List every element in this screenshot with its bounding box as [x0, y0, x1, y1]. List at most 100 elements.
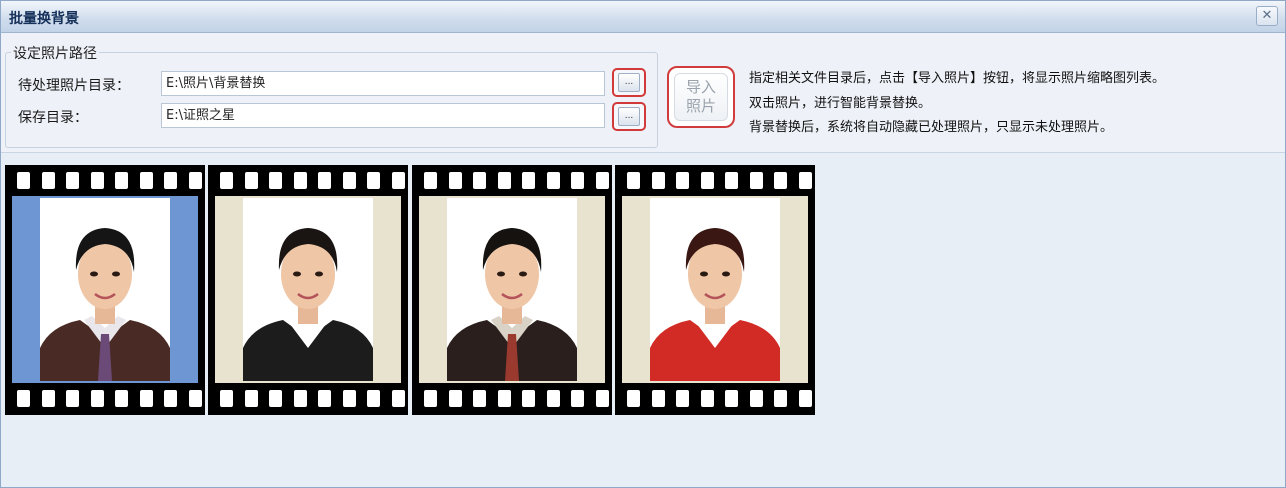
photo-thumbnail[interactable] [208, 165, 408, 415]
film-sprocket-hole [115, 172, 128, 189]
close-button[interactable]: ✕ [1256, 6, 1278, 26]
film-sprocket-hole [595, 390, 609, 407]
film-sprocket-hole [651, 390, 665, 407]
film-sprocket-hole [725, 390, 738, 407]
film-sprocket-hole [293, 390, 307, 407]
save-browse-button[interactable]: ... [612, 102, 646, 131]
save-folder-input[interactable]: E:\证照之星 [161, 103, 605, 128]
path-settings-title: 设定照片路径 [11, 43, 99, 63]
browse-icon: ... [618, 107, 640, 126]
portrait-image [447, 198, 577, 381]
film-sprocket-hole [627, 390, 640, 407]
film-sprocket-hole [749, 390, 763, 407]
film-sprocket-hole [651, 172, 665, 189]
film-sprocket-hole [497, 390, 511, 407]
film-sprocket-hole [17, 172, 30, 189]
portrait-image [243, 198, 373, 381]
film-sprocket-hole [115, 390, 128, 407]
photo-frame [215, 196, 401, 383]
film-sprocket-hole [749, 172, 763, 189]
film-sprocket-hole [318, 390, 331, 407]
film-sprocket-hole [798, 390, 812, 407]
close-icon: ✕ [1261, 8, 1273, 23]
film-sprocket-hole [17, 390, 30, 407]
source-browse-button[interactable]: ... [612, 68, 646, 97]
film-sprocket-hole [497, 172, 511, 189]
film-sprocket-hole [774, 172, 787, 189]
film-sprocket-hole [164, 172, 177, 189]
photo-thumbnail[interactable] [5, 165, 205, 415]
film-sprocket-hole [522, 172, 535, 189]
portrait-illustration [40, 228, 170, 381]
photo-thumbnail[interactable] [615, 165, 815, 415]
film-sprocket-hole [676, 172, 689, 189]
film-sprocket-hole [90, 172, 104, 189]
browse-icon: ... [618, 73, 640, 92]
film-sprocket-hole [448, 172, 462, 189]
film-sprocket-hole [546, 172, 560, 189]
portrait-illustration [447, 228, 577, 381]
film-sprocket-hole [473, 172, 486, 189]
import-photos-button[interactable]: 导入 照片 [667, 66, 735, 128]
batch-background-window: 批量换背景 ✕ 设定照片路径 待处理照片目录： E:\照片\背景替换 ... 保… [0, 0, 1286, 488]
film-sprocket-hole [269, 172, 282, 189]
film-sprocket-hole [774, 390, 787, 407]
film-sprocket-hole [90, 390, 104, 407]
photo-frame [419, 196, 605, 383]
film-sprocket-hole [627, 172, 640, 189]
portrait-illustration [243, 228, 373, 381]
film-sprocket-hole [473, 390, 486, 407]
photo-frame [12, 196, 198, 383]
source-folder-label: 待处理照片目录： [18, 78, 130, 94]
settings-panel: 设定照片路径 待处理照片目录： E:\照片\背景替换 ... 保存目录： E:\… [1, 33, 1285, 153]
film-sprocket-hole [798, 172, 812, 189]
source-folder-input[interactable]: E:\照片\背景替换 [161, 71, 605, 96]
import-label-line2: 照片 [685, 97, 716, 115]
film-sprocket-hole [342, 172, 356, 189]
film-sprocket-hole [676, 390, 689, 407]
film-sprocket-hole [367, 390, 380, 407]
portrait-illustration [650, 228, 780, 381]
film-sprocket-hole [244, 390, 258, 407]
film-sprocket-hole [448, 390, 462, 407]
film-sprocket-hole [269, 390, 282, 407]
film-sprocket-hole [139, 390, 153, 407]
film-sprocket-hole [367, 172, 380, 189]
film-sprocket-hole [700, 390, 714, 407]
film-sprocket-hole [318, 172, 331, 189]
film-sprocket-hole [139, 172, 153, 189]
photo-thumbnail[interactable] [412, 165, 612, 415]
window-title: 批量换背景 [9, 11, 79, 27]
film-sprocket-hole [244, 172, 258, 189]
title-bar: 批量换背景 ✕ [1, 1, 1285, 33]
film-sprocket-hole [700, 172, 714, 189]
film-sprocket-hole [391, 390, 405, 407]
film-sprocket-hole [571, 390, 584, 407]
path-settings-group [5, 52, 658, 148]
film-sprocket-hole [546, 390, 560, 407]
film-sprocket-hole [41, 172, 55, 189]
film-sprocket-hole [391, 172, 405, 189]
film-sprocket-hole [66, 390, 79, 407]
save-folder-label: 保存目录： [18, 110, 88, 126]
film-sprocket-hole [66, 172, 79, 189]
film-sprocket-hole [424, 390, 437, 407]
portrait-image [650, 198, 780, 381]
film-sprocket-hole [595, 172, 609, 189]
film-sprocket-hole [522, 390, 535, 407]
film-sprocket-hole [220, 390, 233, 407]
help-text-line1: 指定相关文件目录后，点击【导入照片】按钮，将显示照片缩略图列表。 [749, 71, 1166, 86]
help-text-line3: 背景替换后，系统将自动隐藏已处理照片，只显示未处理照片。 [749, 120, 1114, 135]
film-sprocket-hole [424, 172, 437, 189]
help-text-line2: 双击照片，进行智能背景替换。 [749, 96, 932, 111]
portrait-image [40, 198, 170, 381]
film-sprocket-hole [188, 172, 202, 189]
import-photos-label: 导入 照片 [674, 73, 728, 121]
film-sprocket-hole [220, 172, 233, 189]
import-label-line1: 导入 [685, 78, 716, 96]
film-sprocket-hole [293, 172, 307, 189]
film-sprocket-hole [41, 390, 55, 407]
film-sprocket-hole [188, 390, 202, 407]
film-sprocket-hole [725, 172, 738, 189]
film-sprocket-hole [571, 172, 584, 189]
